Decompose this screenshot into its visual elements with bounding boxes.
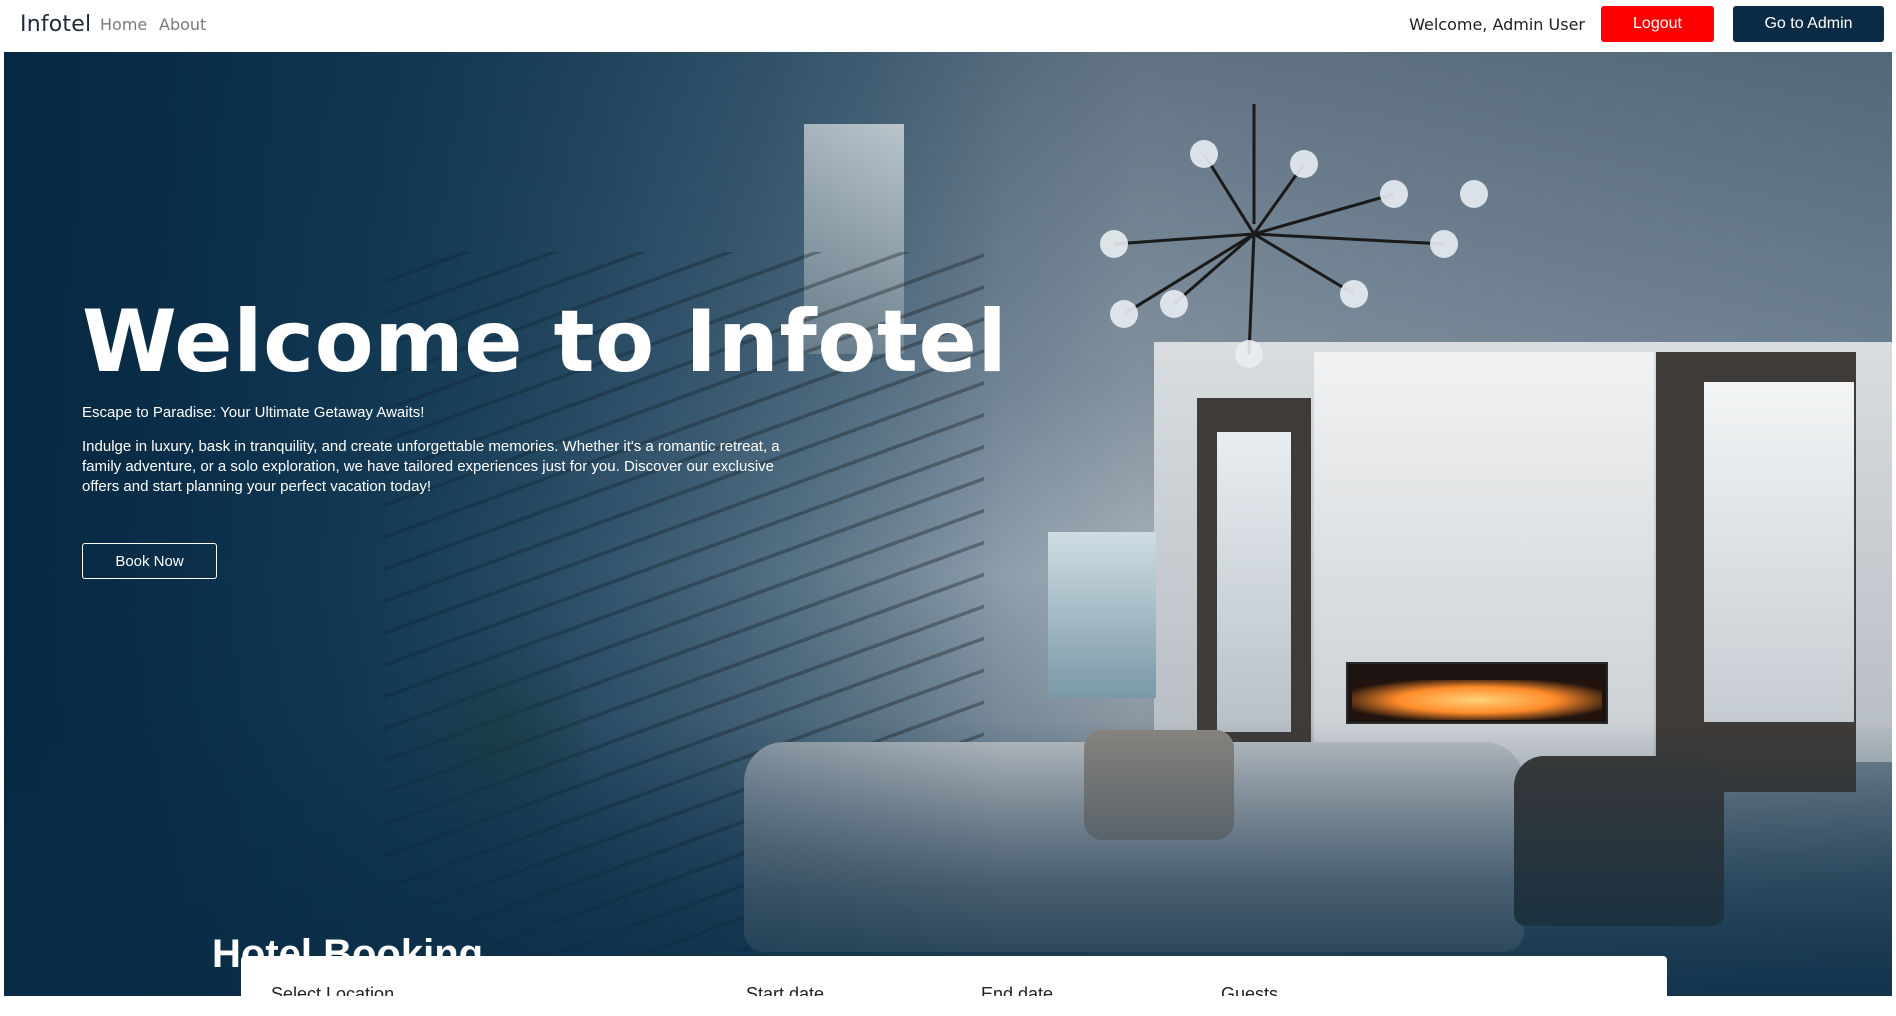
window-bottom-edge [0, 996, 1896, 1000]
end-date-label: End date [981, 984, 1054, 1004]
left-shelf-niche [1217, 432, 1291, 732]
brand-logo[interactable]: Infotel [20, 12, 91, 37]
hero-section: Welcome to Infotel Escape to Paradise: Y… [4, 52, 1896, 1000]
start-date-label: Start date [746, 984, 825, 1004]
window-gutter [1892, 0, 1896, 1000]
go-to-admin-button[interactable]: Go to Admin [1733, 6, 1884, 42]
wall-painting [1048, 532, 1156, 698]
booking-form-card: Select Location Start date End date Gues… [241, 956, 1667, 1016]
hero-title: Welcome to Infotel [82, 292, 1008, 392]
guests-label: Guests [1221, 984, 1279, 1004]
hero-subtitle: Escape to Paradise: Your Ultimate Getawa… [82, 404, 425, 421]
nav-link-about[interactable]: About [159, 15, 206, 34]
book-now-button[interactable]: Book Now [82, 543, 217, 579]
nav-link-home[interactable]: Home [100, 15, 147, 34]
welcome-text: Welcome, Admin User [1409, 15, 1585, 34]
chandelier-illustration [1100, 104, 1488, 368]
right-shelf-niche [1704, 382, 1854, 722]
select-location-label: Select Location [271, 984, 395, 1004]
hero-description: Indulge in luxury, bask in tranquility, … [82, 438, 780, 495]
page-frame: Infotel Home About Welcome, Admin User L… [4, 0, 1896, 1016]
fireplace-flames [1352, 680, 1602, 720]
top-navbar: Infotel Home About Welcome, Admin User L… [4, 0, 1896, 52]
logout-button[interactable]: Logout [1601, 6, 1714, 42]
